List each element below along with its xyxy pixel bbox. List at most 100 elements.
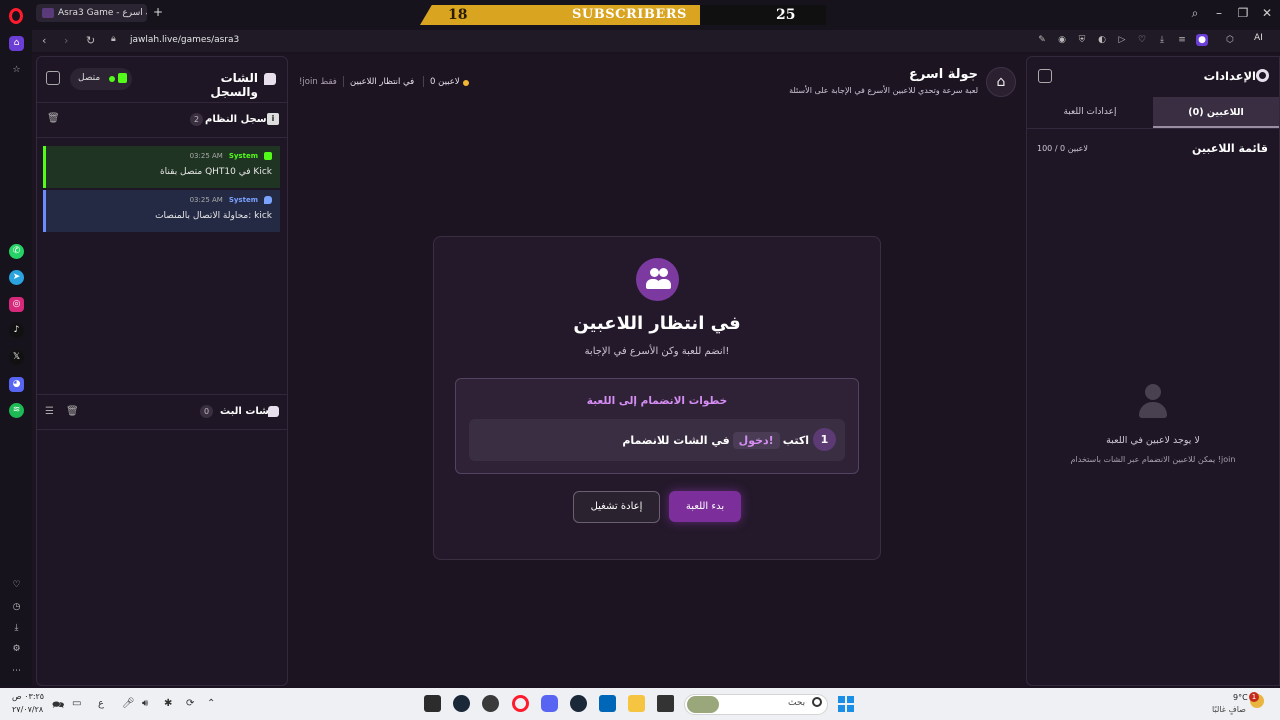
tab-game-settings[interactable]: إعدادات اللعبة <box>1027 97 1153 128</box>
ai-button[interactable]: AI <box>1254 33 1263 43</box>
downloads-icon[interactable]: ⤓ <box>9 621 24 636</box>
log-entry: 03:25 AM System متصل بقناة QHT10 في Kick <box>43 146 280 188</box>
users-icon <box>636 258 679 301</box>
log-time: 03:25 AM <box>189 152 223 160</box>
close-window-icon[interactable]: ✕ <box>1260 6 1274 20</box>
divider <box>37 102 287 103</box>
tab-players[interactable]: اللاعبين (0) <box>1153 97 1279 128</box>
step-suffix: في الشات للانضمام <box>622 434 730 447</box>
settings-gear-icon[interactable]: ⚙ <box>9 642 24 657</box>
star-icon[interactable]: ☆ <box>9 63 24 78</box>
sync-icon[interactable]: ⟳ <box>186 698 194 709</box>
divider <box>343 76 344 87</box>
players-count: 100 / 0 لاعبين <box>1037 144 1088 153</box>
edit-icon[interactable]: ✎ <box>1036 34 1048 46</box>
file-explorer-icon[interactable] <box>628 695 645 712</box>
players-dot-icon <box>463 80 469 86</box>
forward-icon[interactable]: › <box>64 34 68 47</box>
divider <box>1027 128 1279 129</box>
vpn-icon[interactable]: ◐ <box>1096 34 1108 46</box>
back-icon[interactable]: ‹ <box>42 34 46 47</box>
minimize-icon[interactable]: – <box>1212 6 1226 20</box>
search-icon <box>812 697 822 707</box>
clear-chat-icon[interactable]: 🗑︎ <box>66 406 79 417</box>
discord-icon[interactable]: ◕ <box>9 377 24 392</box>
opera-icon[interactable] <box>512 695 529 712</box>
tab-title: Asra3 Game - جولة اسرع | <box>58 8 147 18</box>
more-icon[interactable]: ⋯ <box>9 664 24 679</box>
settings-title: الإعدادات <box>1203 69 1256 83</box>
home-button[interactable]: ⌂ <box>986 67 1016 97</box>
steam-icon[interactable] <box>570 695 587 712</box>
steam-icon[interactable] <box>453 695 470 712</box>
menu-icon[interactable]: ≡ <box>1176 34 1188 46</box>
players-status: 0 لاعبين <box>430 77 460 87</box>
log-source: System <box>228 196 258 204</box>
restart-button[interactable]: إعادة تشغيل <box>573 491 660 523</box>
step-instruction: اكتب!دخولفي الشات للانضمام <box>560 432 809 449</box>
weather-temperature[interactable]: 9°C <box>1233 693 1248 702</box>
shield-icon[interactable]: ⛨ <box>1076 34 1088 46</box>
terminal-icon[interactable] <box>424 695 441 712</box>
tiktok-icon[interactable]: ♪ <box>9 323 24 338</box>
start-button[interactable] <box>838 696 854 712</box>
game-subtitle: لعبة سرعة وتحدي للاعبين الأسرع في الإجاب… <box>789 86 978 95</box>
new-tab-icon[interactable]: + <box>152 6 164 18</box>
volume-icon[interactable]: 🔊︎ <box>142 698 148 709</box>
telegram-icon[interactable]: ➤ <box>9 270 24 285</box>
restore-icon[interactable]: ❐ <box>1236 6 1250 20</box>
system-chat-icon <box>264 196 272 204</box>
download-icon[interactable]: ⤓ <box>1156 34 1168 46</box>
microphone-icon[interactable]: 🎤︎ <box>122 698 135 709</box>
opera-logo-icon[interactable] <box>9 8 23 24</box>
clock-time[interactable]: ٠٣:٢٥ ص <box>12 692 44 701</box>
clear-log-icon[interactable]: 🗑︎ <box>47 113 60 124</box>
collapse-panel-icon[interactable] <box>1038 69 1052 83</box>
heart-icon[interactable]: ♡ <box>1136 34 1148 46</box>
brightness-icon[interactable]: ✱ <box>164 698 172 709</box>
kick-icon <box>118 73 127 83</box>
collapse-panel-icon[interactable] <box>46 71 60 85</box>
app-icon[interactable] <box>657 695 674 712</box>
info-icon: i <box>267 113 279 125</box>
search-placeholder: بحث <box>788 698 806 708</box>
display-icon[interactable]: ▭ <box>72 698 81 709</box>
camera-icon[interactable]: ◉ <box>1056 34 1068 46</box>
history-icon[interactable]: ◷ <box>9 600 24 615</box>
chat-panel-title: الشات والسجل <box>210 71 258 99</box>
subscribers-banner-end <box>700 5 826 25</box>
notifications-icon[interactable]: 🗪︎ <box>52 698 64 715</box>
subscribers-current: 18 <box>448 7 468 23</box>
kick-icon <box>264 152 272 160</box>
browser-tab[interactable]: Asra3 Game - جولة اسرع | <box>36 4 147 22</box>
instagram-icon[interactable]: ◎ <box>9 297 24 312</box>
extensions-icon[interactable]: ⬡ <box>1224 34 1236 46</box>
start-game-button[interactable]: بدء اللعبة <box>669 491 741 522</box>
log-source: System <box>228 152 258 160</box>
favorites-icon[interactable]: ♡ <box>9 578 24 593</box>
profile-icon[interactable]: ● <box>1196 34 1208 46</box>
notification-badge: 1 <box>1249 692 1259 702</box>
play-icon[interactable]: ▷ <box>1116 34 1128 46</box>
whatsapp-icon[interactable]: ✆ <box>9 244 24 259</box>
discord-icon[interactable] <box>541 695 558 712</box>
tab-favicon-icon <box>42 8 54 18</box>
x-icon[interactable]: 𝕏 <box>9 350 24 365</box>
weather-condition[interactable]: صافٍ غالبًا <box>1212 705 1246 714</box>
join-command: !دخول <box>732 432 780 449</box>
reload-icon[interactable]: ↻ <box>86 34 95 47</box>
store-icon[interactable] <box>599 695 616 712</box>
join-steps-title: خطوات الانضمام إلى اللعبة <box>586 395 728 407</box>
spotify-icon[interactable]: ≋ <box>9 403 24 418</box>
home-icon[interactable]: ⌂ <box>9 36 24 51</box>
log-message: محاولة الاتصال بالمنصات: kick <box>155 211 272 221</box>
tray-expand-icon[interactable]: ⌃ <box>207 698 215 709</box>
obs-icon[interactable] <box>482 695 499 712</box>
clock-date[interactable]: ٢٧/٠٧/٢٨ <box>12 705 43 714</box>
divider <box>423 76 424 87</box>
empty-state-title: لا يوجد لاعبين في اللعبة <box>1106 435 1200 446</box>
search-tabs-icon[interactable]: ⌕ <box>1188 6 1202 21</box>
url-field[interactable]: jawlah.live/games/asra3 <box>130 35 239 45</box>
language-icon[interactable]: ع <box>98 698 104 709</box>
chat-options-icon[interactable]: ☰ <box>45 406 54 417</box>
